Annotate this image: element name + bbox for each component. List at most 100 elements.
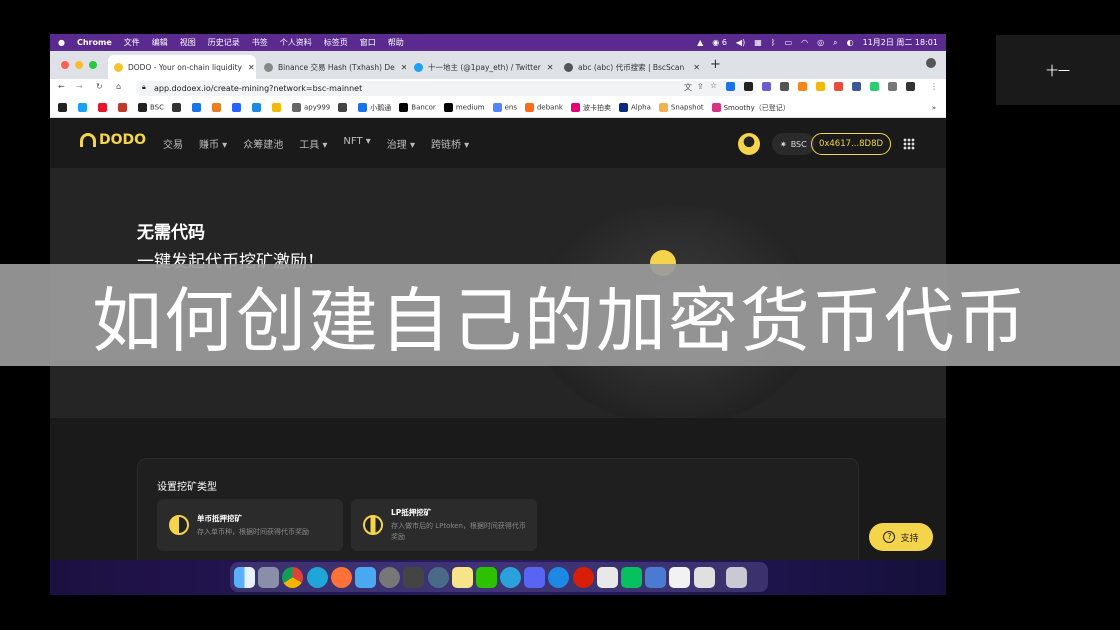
zoom-window-button[interactable]	[89, 61, 97, 69]
close-tab-icon[interactable]: ✕	[242, 63, 255, 72]
typora-icon[interactable]	[669, 566, 691, 588]
trash-icon[interactable]	[725, 566, 747, 588]
menu-bookmarks[interactable]: 书签	[252, 37, 268, 48]
nav-crowdpool[interactable]: 众筹建池	[243, 136, 283, 151]
menu-edit[interactable]: 编辑	[152, 37, 168, 48]
bookmark-bancor[interactable]: Bancor	[399, 103, 436, 112]
translate-icon[interactable]: 文	[684, 82, 692, 93]
menu-profile[interactable]: 个人资料	[280, 37, 312, 48]
nav-nft[interactable]: NFT ▾	[343, 136, 370, 151]
extension-icon[interactable]	[744, 82, 753, 91]
safari-icon[interactable]	[548, 566, 570, 588]
calculator-icon[interactable]	[403, 566, 425, 588]
side-thumbnail[interactable]: 十一	[996, 35, 1120, 105]
bookmark-apy999[interactable]: apy999	[292, 103, 330, 112]
close-tab-icon[interactable]: ✕	[395, 63, 406, 72]
puzzle-icon[interactable]	[888, 82, 897, 91]
bookmark-smoothy[interactable]: Smoothy（已登记）	[711, 103, 790, 113]
menu-view[interactable]: 视图	[180, 37, 196, 48]
nav-bridge[interactable]: 跨链桥 ▾	[431, 136, 469, 151]
extension-icon[interactable]	[870, 82, 879, 91]
minimize-window-button[interactable]	[75, 61, 83, 69]
menu-history[interactable]: 历史记录	[208, 37, 240, 48]
forward-icon[interactable]: →	[76, 82, 83, 91]
telegram-icon[interactable]	[500, 566, 522, 588]
bookmark-polkadot[interactable]: 波卡拍卖	[570, 103, 611, 113]
volume-icon[interactable]: ◀)	[736, 38, 745, 47]
bookmark-icon[interactable]	[172, 103, 182, 112]
bookmark-bsc[interactable]: BSC	[138, 103, 164, 112]
discord-icon[interactable]	[524, 566, 546, 588]
extension-icon[interactable]	[906, 82, 915, 91]
home-icon[interactable]: ⌂	[116, 82, 121, 91]
tab-search-icon[interactable]	[926, 58, 936, 68]
extension-icon[interactable]	[834, 82, 843, 91]
metamask-icon[interactable]	[798, 82, 807, 91]
app-icon[interactable]	[645, 566, 667, 588]
extension-icon[interactable]	[852, 82, 861, 91]
extension-icon[interactable]	[726, 82, 735, 91]
finder-icon[interactable]	[234, 566, 255, 588]
tab-dodo[interactable]: DODO - Your on-chain liquidity ✕	[108, 55, 256, 79]
bookmark-snapshot[interactable]: Snapshot	[658, 103, 704, 112]
address-bar[interactable]: 🔒︎ app.dodoex.io/create-mining?network=b…	[136, 81, 756, 96]
bookmark-alpha[interactable]: Alpha	[618, 103, 651, 112]
single-token-mining-option[interactable]: 单币抵押挖矿 存入单币种，根据时间获得代币奖励	[157, 499, 343, 551]
menu-window[interactable]: 窗口	[360, 37, 376, 48]
bookmark-icon[interactable]	[192, 103, 202, 112]
app-icon[interactable]	[621, 566, 642, 588]
extension-icon[interactable]	[816, 82, 825, 91]
bookmark-debank[interactable]: debank	[524, 103, 563, 112]
menu-dots-icon[interactable]: ⋮	[930, 82, 938, 91]
extension-icon[interactable]	[762, 82, 771, 91]
edge-icon[interactable]	[306, 566, 328, 588]
back-icon[interactable]: ←	[58, 82, 65, 91]
quicktime-icon[interactable]	[427, 566, 449, 588]
bookmark-star-icon[interactable]: ☆	[710, 81, 717, 90]
apps-grid-icon[interactable]	[903, 138, 915, 150]
system-preferences-icon[interactable]	[379, 566, 401, 588]
weibo-icon[interactable]	[98, 103, 107, 112]
app-icon[interactable]	[693, 566, 715, 588]
nav-trade[interactable]: 交易	[163, 136, 183, 151]
tab-bscscan[interactable]: abc (abc) 代币搜索 | BscScan ✕	[558, 55, 706, 79]
extension-icon[interactable]	[780, 82, 789, 91]
launchpad-icon[interactable]	[258, 566, 280, 588]
bookmarks-more[interactable]: »	[932, 104, 936, 112]
bookmark-icon[interactable]	[118, 103, 127, 112]
chrome-icon[interactable]	[282, 566, 304, 588]
nav-earn[interactable]: 赚币 ▾	[199, 136, 227, 151]
wps-icon[interactable]	[596, 566, 618, 588]
bookmark-xiaoetong[interactable]: 小鹅通	[358, 103, 391, 113]
reload-icon[interactable]: ↻	[96, 82, 103, 91]
wallet-button[interactable]: 0x4617...8D8D	[811, 133, 891, 155]
wifi-icon[interactable]: ◠	[801, 38, 808, 47]
bluetooth-icon[interactable]: ᛒ	[771, 38, 776, 47]
bookmark-ens[interactable]: ens	[492, 103, 517, 112]
new-tab-button[interactable]: +	[710, 57, 721, 72]
menu-file[interactable]: 文件	[124, 37, 140, 48]
control-center-icon[interactable]: ◐	[847, 38, 854, 47]
close-window-button[interactable]	[61, 61, 69, 69]
battery-icon[interactable]: ▭	[785, 38, 793, 47]
close-tab-icon[interactable]: ✕	[687, 63, 700, 72]
twitter-icon[interactable]	[78, 103, 87, 112]
nav-tools[interactable]: 工具 ▾	[299, 136, 327, 151]
support-button[interactable]: ? 支持	[869, 523, 933, 551]
avatar[interactable]	[738, 133, 760, 155]
wechat-status-icon[interactable]: ◉ 6	[712, 38, 727, 47]
tab-twitter[interactable]: 十一地主 (@1pay_eth) / Twitter ✕	[408, 55, 556, 79]
bookmark-icon[interactable]	[232, 103, 242, 112]
notes-icon[interactable]	[451, 566, 473, 588]
bookmark-icon[interactable]	[212, 103, 222, 112]
apple-icon[interactable]: ●	[58, 38, 65, 47]
cat-icon[interactable]: ▲	[697, 38, 703, 47]
dodo-logo[interactable]: DODO	[80, 132, 146, 148]
bookmark-medium[interactable]: medium	[443, 103, 485, 112]
bookmark-icon[interactable]	[272, 103, 282, 112]
bookmark-icon[interactable]	[338, 103, 348, 112]
netease-music-icon[interactable]	[572, 566, 594, 588]
keyboard-icon[interactable]: ▦	[754, 38, 762, 47]
user-icon[interactable]: ◎	[817, 38, 824, 47]
datetime[interactable]: 11月2日 周二 18:01	[863, 37, 938, 48]
